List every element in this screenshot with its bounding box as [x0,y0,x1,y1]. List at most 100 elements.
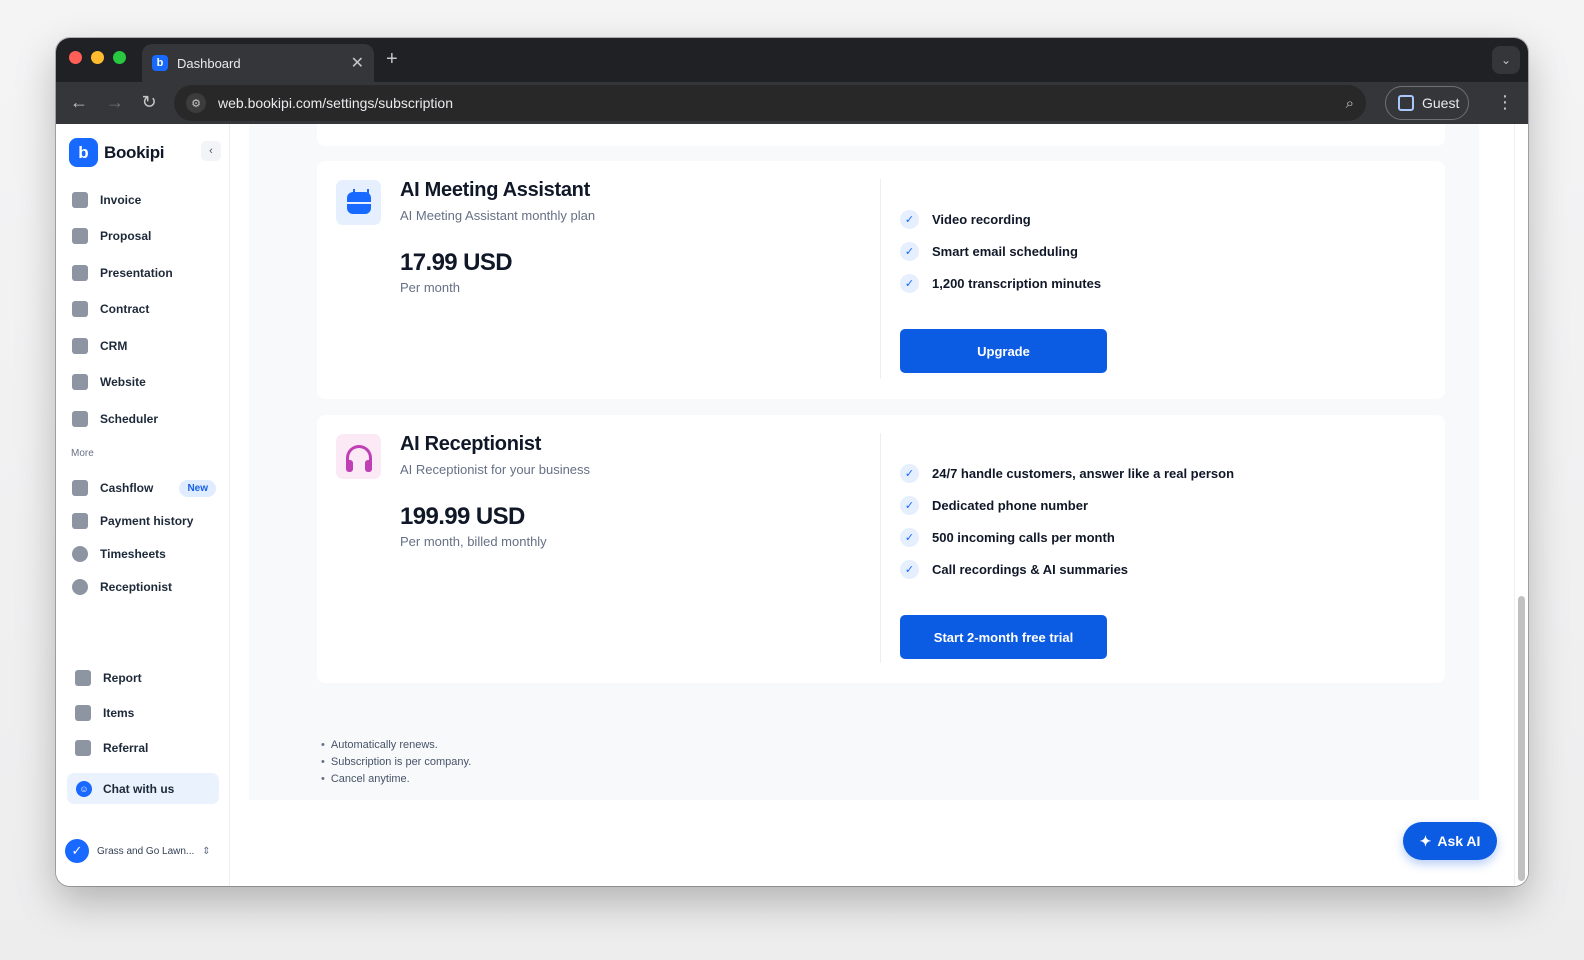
presentation-icon [72,265,88,281]
tab-title: Dashboard [177,55,241,71]
sidebar-item-items[interactable]: Items [75,700,219,726]
feature-text: Video recording [932,211,1031,227]
maximize-window-button[interactable] [113,51,126,64]
sidebar-item-timesheets[interactable]: Timesheets [72,541,216,567]
new-tab-button[interactable]: + [386,48,398,71]
main-content: AI Meeting Assistant AI Meeting Assistan… [231,124,1528,886]
browser-toolbar: ← → ↻ ⚙ web.bookipi.com/settings/subscri… [56,82,1528,124]
upgrade-button[interactable]: Upgrade [900,329,1107,373]
subscription-panel: AI Meeting Assistant AI Meeting Assistan… [249,124,1479,800]
feature-text: 500 incoming calls per month [932,529,1115,545]
plan-card-ai-receptionist: AI Receptionist AI Receptionist for your… [317,415,1445,683]
sidebar-item-label: Items [103,706,135,720]
items-icon [75,705,91,721]
sidebar-item-receptionist[interactable]: Receptionist [72,574,216,600]
plan-card-ai-meeting-assistant: AI Meeting Assistant AI Meeting Assistan… [317,161,1445,399]
brand-name: Bookipi [104,142,165,162]
profile-button[interactable]: Guest [1385,86,1469,120]
sidebar-item-invoice[interactable]: Invoice [72,187,216,213]
tab-dashboard[interactable]: b Dashboard ✕ [142,44,374,82]
calendar-icon [336,180,381,225]
sidebar-item-label: Website [100,375,146,389]
chat-icon: ☺ [76,780,92,797]
tab-search-chevron-icon[interactable]: ⌄ [1492,46,1520,74]
chat-with-us-button[interactable]: ☺ Chat with us [67,773,219,804]
list-item: ✓ 1,200 transcription minutes [900,267,1101,299]
plan-name: AI Receptionist [400,433,542,455]
cashflow-icon [72,480,88,496]
profile-icon [1398,95,1414,111]
chevron-up-down-icon: ⇕ [202,845,211,857]
scrollbar-thumb[interactable] [1518,596,1525,881]
plan-name: AI Meeting Assistant [400,179,590,201]
address-bar[interactable]: ⚙ web.bookipi.com/settings/subscription … [174,85,1366,121]
feature-text: Smart email scheduling [932,243,1078,259]
feature-text: 1,200 transcription minutes [932,275,1102,291]
list-item: ✓ Call recordings & AI summaries [900,553,1234,585]
check-icon: ✓ [900,463,919,483]
feature-text: Call recordings & AI summaries [932,561,1129,577]
sidebar-item-label: Payment history [100,514,194,528]
site-info-icon[interactable]: ⚙ [186,93,206,113]
minimize-window-button[interactable] [91,51,104,64]
close-window-button[interactable] [69,51,82,64]
feature-list: ✓ Video recording ✓ Smart email scheduling… [900,203,1101,299]
company-switcher[interactable]: ✓ Grass and Go Lawn... ⇕ [65,838,225,864]
bookipi-favicon-icon: b [152,55,168,71]
ask-ai-label: Ask AI [1437,833,1481,849]
card-divider [880,433,881,663]
previous-plan-card [317,124,1445,146]
feature-text: 24/7 handle customers, answer like a rea… [932,465,1235,481]
sidebar-item-contract[interactable]: Contract [72,296,216,322]
zoom-icon[interactable]: ⌕ [1346,95,1354,112]
url-text[interactable]: web.bookipi.com/settings/subscription [218,95,1346,111]
start-free-trial-button[interactable]: Start 2-month free trial [900,615,1107,659]
sidebar-item-scheduler[interactable]: Scheduler [72,406,216,432]
sidebar-item-label: Invoice [100,193,142,207]
tab-close-icon[interactable]: ✕ [351,53,364,73]
sidebar-item-cashflow[interactable]: Cashflow New [72,475,216,501]
browser-menu-icon[interactable]: ⋮ [1496,92,1514,113]
bookipi-logo-icon: b [69,138,98,167]
sidebar-item-label: Scheduler [100,412,159,426]
check-icon: ✓ [900,495,919,515]
contract-icon [72,301,88,317]
forward-arrow-icon[interactable]: → [104,92,126,113]
sidebar-item-crm[interactable]: CRM [72,333,216,359]
browser-window: b Dashboard ✕ + ⌄ ← → ↻ ⚙ web.bookipi.co… [56,38,1528,886]
brand[interactable]: b Bookipi [69,138,165,167]
report-icon [75,670,91,686]
sidebar-item-report[interactable]: Report [75,665,219,691]
sidebar-item-label: Report [103,671,142,685]
sidebar-item-proposal[interactable]: Proposal [72,223,216,249]
company-name: Grass and Go Lawn... [97,845,195,857]
check-icon: ✓ [900,527,919,547]
list-item: ✓ Smart email scheduling [900,235,1101,267]
scrollbar[interactable] [1514,124,1528,886]
collapse-sidebar-button[interactable]: ‹ [201,141,221,161]
sidebar-item-label: Contract [100,302,150,316]
sidebar-item-label: Timesheets [100,547,166,561]
list-item: ✓ 24/7 handle customers, answer like a re… [900,457,1234,489]
sidebar-item-payment-history[interactable]: Payment history [72,508,216,534]
ask-ai-button[interactable]: ✦ Ask AI [1403,822,1497,860]
receptionist-icon [72,579,88,595]
window-controls [69,51,126,64]
timesheets-icon [72,546,88,562]
check-icon: ✓ [900,209,919,229]
sidebar-item-label: Receptionist [100,580,173,594]
back-arrow-icon[interactable]: ← [68,92,90,113]
sidebar-item-label: Cashflow [100,481,154,495]
plan-subtitle: AI Receptionist for your business [400,462,591,477]
sidebar-item-presentation[interactable]: Presentation [72,260,216,286]
sidebar-item-referral[interactable]: Referral [75,735,219,761]
reload-icon[interactable]: ↻ [138,92,160,113]
company-logo-icon: ✓ [65,839,89,863]
feature-text: Dedicated phone number [932,497,1089,513]
sidebar-item-label: Referral [103,741,149,755]
sidebar-item-website[interactable]: Website [72,369,216,395]
sparkle-icon: ✦ [1419,832,1432,849]
note-item: Cancel anytime. [321,773,471,790]
crm-icon [72,338,88,354]
subscription-notes: Automatically renews. Subscription is pe… [321,739,471,790]
